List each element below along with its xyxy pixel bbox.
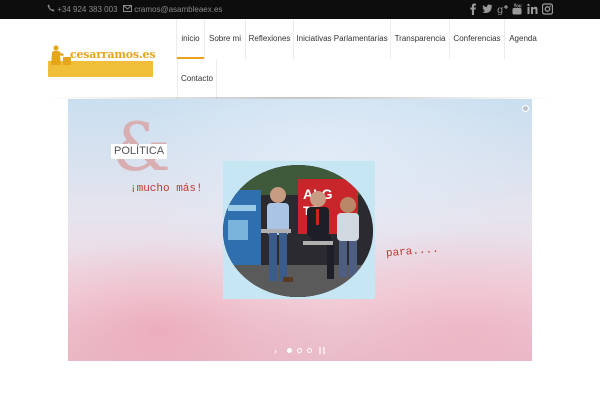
- slider-dot-2[interactable]: [297, 348, 302, 353]
- nav-item-iniciativas-parlamentarias[interactable]: Iniciativas Parlamentarias: [294, 19, 391, 59]
- instagram-icon[interactable]: [542, 3, 553, 16]
- twitter-icon[interactable]: [482, 3, 493, 16]
- nav-item-inicio[interactable]: inicio: [176, 19, 205, 59]
- slider-dot-1[interactable]: [287, 348, 292, 353]
- site-header: cesarramos.es inicio Sobre mi Reflexione…: [0, 19, 600, 99]
- nav-label: Transparencia: [394, 34, 446, 43]
- site-logo[interactable]: cesarramos.es: [48, 43, 156, 77]
- email-contact[interactable]: cramos@asambleaex.es: [123, 0, 222, 19]
- pause-icon[interactable]: [319, 347, 325, 354]
- phone-icon: [47, 0, 55, 19]
- nav-label: inicio: [181, 34, 200, 43]
- phone-contact[interactable]: +34 924 383 003: [47, 0, 118, 19]
- mucho-mas-text: ¡mucho más!: [130, 183, 203, 195]
- youtube-icon[interactable]: [512, 3, 522, 16]
- logo-text: cesarramos.es: [70, 48, 156, 61]
- speakers-photo: ALG TE: [223, 165, 373, 297]
- facebook-icon[interactable]: [470, 3, 476, 16]
- envelope-icon: [123, 0, 132, 19]
- nav-label: Agenda: [509, 34, 537, 43]
- nav-label: Sobre mi: [208, 34, 241, 43]
- nav-item-sobre-mi[interactable]: Sobre mi: [205, 19, 246, 59]
- logo-figure-icon: [51, 45, 71, 65]
- nav-label: Contacto: [180, 74, 214, 83]
- nav-item-contacto[interactable]: Contacto: [177, 59, 217, 99]
- phone-number: +34 924 383 003: [57, 5, 118, 14]
- nav-label: Iniciativas Parlamentarias: [296, 34, 388, 43]
- top-bar: +34 924 383 003 cramos@asambleaex.es g: [0, 0, 600, 19]
- hero-slider[interactable]: & POLÍTICA ¡mucho más! para.... ALG TE: [68, 99, 532, 361]
- google-plus-icon[interactable]: g: [497, 3, 509, 16]
- slider-corner-dot: [522, 105, 529, 112]
- slider-dot-3[interactable]: [307, 348, 312, 353]
- nav-item-transparencia[interactable]: Transparencia: [391, 19, 450, 59]
- politica-label: POLÍTICA: [111, 144, 168, 159]
- email-address: cramos@asambleaex.es: [134, 5, 223, 14]
- svg-text:g: g: [497, 5, 504, 15]
- nav-item-agenda[interactable]: Agenda: [505, 19, 541, 59]
- para-text: para....: [385, 243, 440, 261]
- nav-item-conferencias[interactable]: Conferencias: [450, 19, 505, 59]
- linkedin-icon[interactable]: [527, 3, 538, 16]
- nav-item-reflexiones[interactable]: Reflexiones: [246, 19, 294, 59]
- nav-label: Reflexiones: [248, 34, 291, 43]
- slider-next-arrow-icon[interactable]: ›: [274, 346, 277, 356]
- photo-frame: ALG TE: [223, 161, 375, 299]
- nav-label: Conferencias: [453, 34, 501, 43]
